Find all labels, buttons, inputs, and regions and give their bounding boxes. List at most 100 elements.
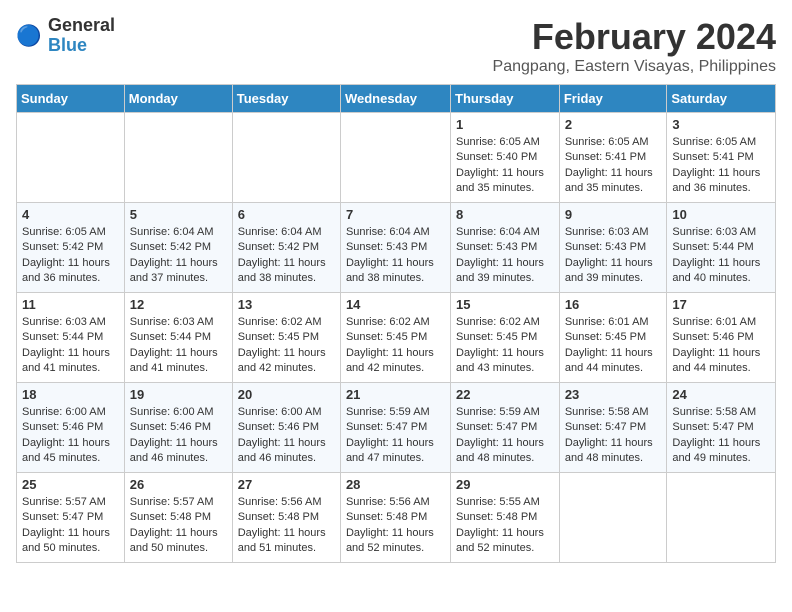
cell-details: Sunrise: 6:05 AMSunset: 5:41 PMDaylight:… <box>565 135 662 197</box>
svg-text:🔵: 🔵 <box>16 23 42 47</box>
logo-text: General Blue <box>48 16 115 56</box>
calendar-cell <box>559 473 667 563</box>
logo-icon: 🔵 <box>16 22 44 50</box>
cell-details: Sunrise: 6:05 AMSunset: 5:40 PMDaylight:… <box>456 135 554 197</box>
calendar-cell: 4Sunrise: 6:05 AMSunset: 5:42 PMDaylight… <box>17 203 125 293</box>
calendar-cell: 3 Sunrise: 6:05 AMSunset: 5:41 PMDaylight… <box>667 113 776 203</box>
calendar-cell: 13 Sunrise: 6:02 AMSunset: 5:45 PMDayligh… <box>232 293 340 383</box>
day-number: 10 <box>672 207 770 222</box>
calendar-cell: 19Sunrise: 6:00 AMSunset: 5:46 PMDayligh… <box>124 383 232 473</box>
cell-details: Sunrise: 5:56 AMSunset: 5:48 PMDaylight:… <box>238 495 335 557</box>
calendar-cell: 2 Sunrise: 6:05 AMSunset: 5:41 PMDaylight… <box>559 113 667 203</box>
cell-details: Sunrise: 5:59 AMSunset: 5:47 PMDaylight:… <box>456 405 554 467</box>
cell-details: Sunrise: 6:03 AMSunset: 5:43 PMDaylight:… <box>565 225 662 287</box>
calendar-cell: 1Sunrise: 6:05 AMSunset: 5:40 PMDaylight… <box>451 113 560 203</box>
cell-details: Sunrise: 6:02 AMSunset: 5:45 PMDaylight:… <box>456 315 554 377</box>
calendar-cell: 27 Sunrise: 5:56 AMSunset: 5:48 PMDayligh… <box>232 473 340 563</box>
calendar-cell: 10 Sunrise: 6:03 AMSunset: 5:44 PMDayligh… <box>667 203 776 293</box>
day-number: 14 <box>346 297 445 312</box>
day-number: 7 <box>346 207 445 222</box>
cell-details: Sunrise: 5:58 AMSunset: 5:47 PMDaylight:… <box>672 405 770 467</box>
cell-details: Sunrise: 6:04 AMSunset: 5:42 PMDaylight:… <box>238 225 335 287</box>
calendar-week-5: 25 Sunrise: 5:57 AMSunset: 5:47 PMDayligh… <box>17 473 776 563</box>
day-number: 18 <box>22 387 119 402</box>
cell-details: Sunrise: 5:58 AMSunset: 5:47 PMDaylight:… <box>565 405 662 467</box>
calendar-cell <box>232 113 340 203</box>
day-number: 25 <box>22 477 119 492</box>
calendar-cell: 8 Sunrise: 6:04 AMSunset: 5:43 PMDaylight… <box>451 203 560 293</box>
day-number: 28 <box>346 477 445 492</box>
calendar-cell: 6 Sunrise: 6:04 AMSunset: 5:42 PMDaylight… <box>232 203 340 293</box>
header-sunday: Sunday <box>17 85 125 113</box>
calendar-week-1: 1Sunrise: 6:05 AMSunset: 5:40 PMDaylight… <box>17 113 776 203</box>
calendar-cell: 7Sunrise: 6:04 AMSunset: 5:43 PMDaylight… <box>340 203 450 293</box>
calendar-cell: 11Sunrise: 6:03 AMSunset: 5:44 PMDayligh… <box>17 293 125 383</box>
logo: 🔵 General Blue <box>16 16 115 56</box>
day-number: 6 <box>238 207 335 222</box>
cell-details: Sunrise: 6:05 AMSunset: 5:41 PMDaylight:… <box>672 135 770 197</box>
calendar-cell: 22Sunrise: 5:59 AMSunset: 5:47 PMDayligh… <box>451 383 560 473</box>
day-number: 13 <box>238 297 335 312</box>
calendar-cell <box>667 473 776 563</box>
day-number: 24 <box>672 387 770 402</box>
cell-details: Sunrise: 5:59 AMSunset: 5:47 PMDaylight:… <box>346 405 445 467</box>
calendar-cell: 17 Sunrise: 6:01 AMSunset: 5:46 PMDayligh… <box>667 293 776 383</box>
day-number: 15 <box>456 297 554 312</box>
cell-details: Sunrise: 6:03 AMSunset: 5:44 PMDaylight:… <box>130 315 227 377</box>
day-number: 17 <box>672 297 770 312</box>
cell-details: Sunrise: 6:03 AMSunset: 5:44 PMDaylight:… <box>672 225 770 287</box>
cell-details: Sunrise: 5:57 AMSunset: 5:47 PMDaylight:… <box>22 495 119 557</box>
header-monday: Monday <box>124 85 232 113</box>
calendar-week-4: 18 Sunrise: 6:00 AMSunset: 5:46 PMDayligh… <box>17 383 776 473</box>
calendar-cell: 5 Sunrise: 6:04 AMSunset: 5:42 PMDaylight… <box>124 203 232 293</box>
cell-details: Sunrise: 6:02 AMSunset: 5:45 PMDaylight:… <box>346 315 445 377</box>
calendar-table: SundayMondayTuesdayWednesdayThursdayFrid… <box>16 84 776 563</box>
day-number: 11 <box>22 297 119 312</box>
header-thursday: Thursday <box>451 85 560 113</box>
calendar-cell <box>124 113 232 203</box>
header-friday: Friday <box>559 85 667 113</box>
day-number: 5 <box>130 207 227 222</box>
cell-details: Sunrise: 6:00 AMSunset: 5:46 PMDaylight:… <box>238 405 335 467</box>
day-number: 16 <box>565 297 662 312</box>
calendar-cell: 26 Sunrise: 5:57 AMSunset: 5:48 PMDayligh… <box>124 473 232 563</box>
day-number: 27 <box>238 477 335 492</box>
cell-details: Sunrise: 6:02 AMSunset: 5:45 PMDaylight:… <box>238 315 335 377</box>
day-number: 20 <box>238 387 335 402</box>
cell-details: Sunrise: 5:56 AMSunset: 5:48 PMDaylight:… <box>346 495 445 557</box>
day-number: 23 <box>565 387 662 402</box>
page-title: February 2024 <box>493 16 776 58</box>
cell-details: Sunrise: 6:01 AMSunset: 5:45 PMDaylight:… <box>565 315 662 377</box>
cell-details: Sunrise: 6:01 AMSunset: 5:46 PMDaylight:… <box>672 315 770 377</box>
calendar-cell: 15 Sunrise: 6:02 AMSunset: 5:45 PMDayligh… <box>451 293 560 383</box>
calendar-cell: 23 Sunrise: 5:58 AMSunset: 5:47 PMDayligh… <box>559 383 667 473</box>
header-saturday: Saturday <box>667 85 776 113</box>
calendar-week-3: 11 Sunrise: 6:03 AMSunset: 5:44 PMDayligh… <box>17 293 776 383</box>
calendar-cell: 12 Sunrise: 6:03 AMSunset: 5:44 PMDayligh… <box>124 293 232 383</box>
calendar-cell <box>17 113 125 203</box>
day-number: 21 <box>346 387 445 402</box>
cell-details: Sunrise: 6:04 AMSunset: 5:43 PMDaylight:… <box>456 225 554 287</box>
title-area: February 2024 Pangpang, Eastern Visayas,… <box>493 16 776 76</box>
header-tuesday: Tuesday <box>232 85 340 113</box>
calendar-cell: 16 Sunrise: 6:01 AMSunset: 5:45 PMDayligh… <box>559 293 667 383</box>
day-number: 29 <box>456 477 554 492</box>
header-wednesday: Wednesday <box>340 85 450 113</box>
day-number: 8 <box>456 207 554 222</box>
day-number: 19 <box>130 387 227 402</box>
calendar-cell: 20 Sunrise: 6:00 AMSunset: 5:46 PMDayligh… <box>232 383 340 473</box>
day-number: 12 <box>130 297 227 312</box>
day-number: 3 <box>672 117 770 132</box>
calendar-cell: 18Sunrise: 6:00 AMSunset: 5:46 PMDayligh… <box>17 383 125 473</box>
day-number: 26 <box>130 477 227 492</box>
cell-details: Sunrise: 5:57 AMSunset: 5:48 PMDaylight:… <box>130 495 227 557</box>
day-number: 2 <box>565 117 662 132</box>
cell-details: Sunrise: 6:04 AMSunset: 5:42 PMDaylight:… <box>130 225 227 287</box>
calendar-header-row: SundayMondayTuesdayWednesdayThursdayFrid… <box>17 85 776 113</box>
calendar-cell: 28 Sunrise: 5:56 AMSunset: 5:48 PMDayligh… <box>340 473 450 563</box>
calendar-cell: 29 Sunrise: 5:55 AMSunset: 5:48 PMDayligh… <box>451 473 560 563</box>
calendar-week-2: 4Sunrise: 6:05 AMSunset: 5:42 PMDaylight… <box>17 203 776 293</box>
calendar-cell: 14 Sunrise: 6:02 AMSunset: 5:45 PMDayligh… <box>340 293 450 383</box>
cell-details: Sunrise: 5:55 AMSunset: 5:48 PMDaylight:… <box>456 495 554 557</box>
page-subtitle: Pangpang, Eastern Visayas, Philippines <box>493 58 776 76</box>
